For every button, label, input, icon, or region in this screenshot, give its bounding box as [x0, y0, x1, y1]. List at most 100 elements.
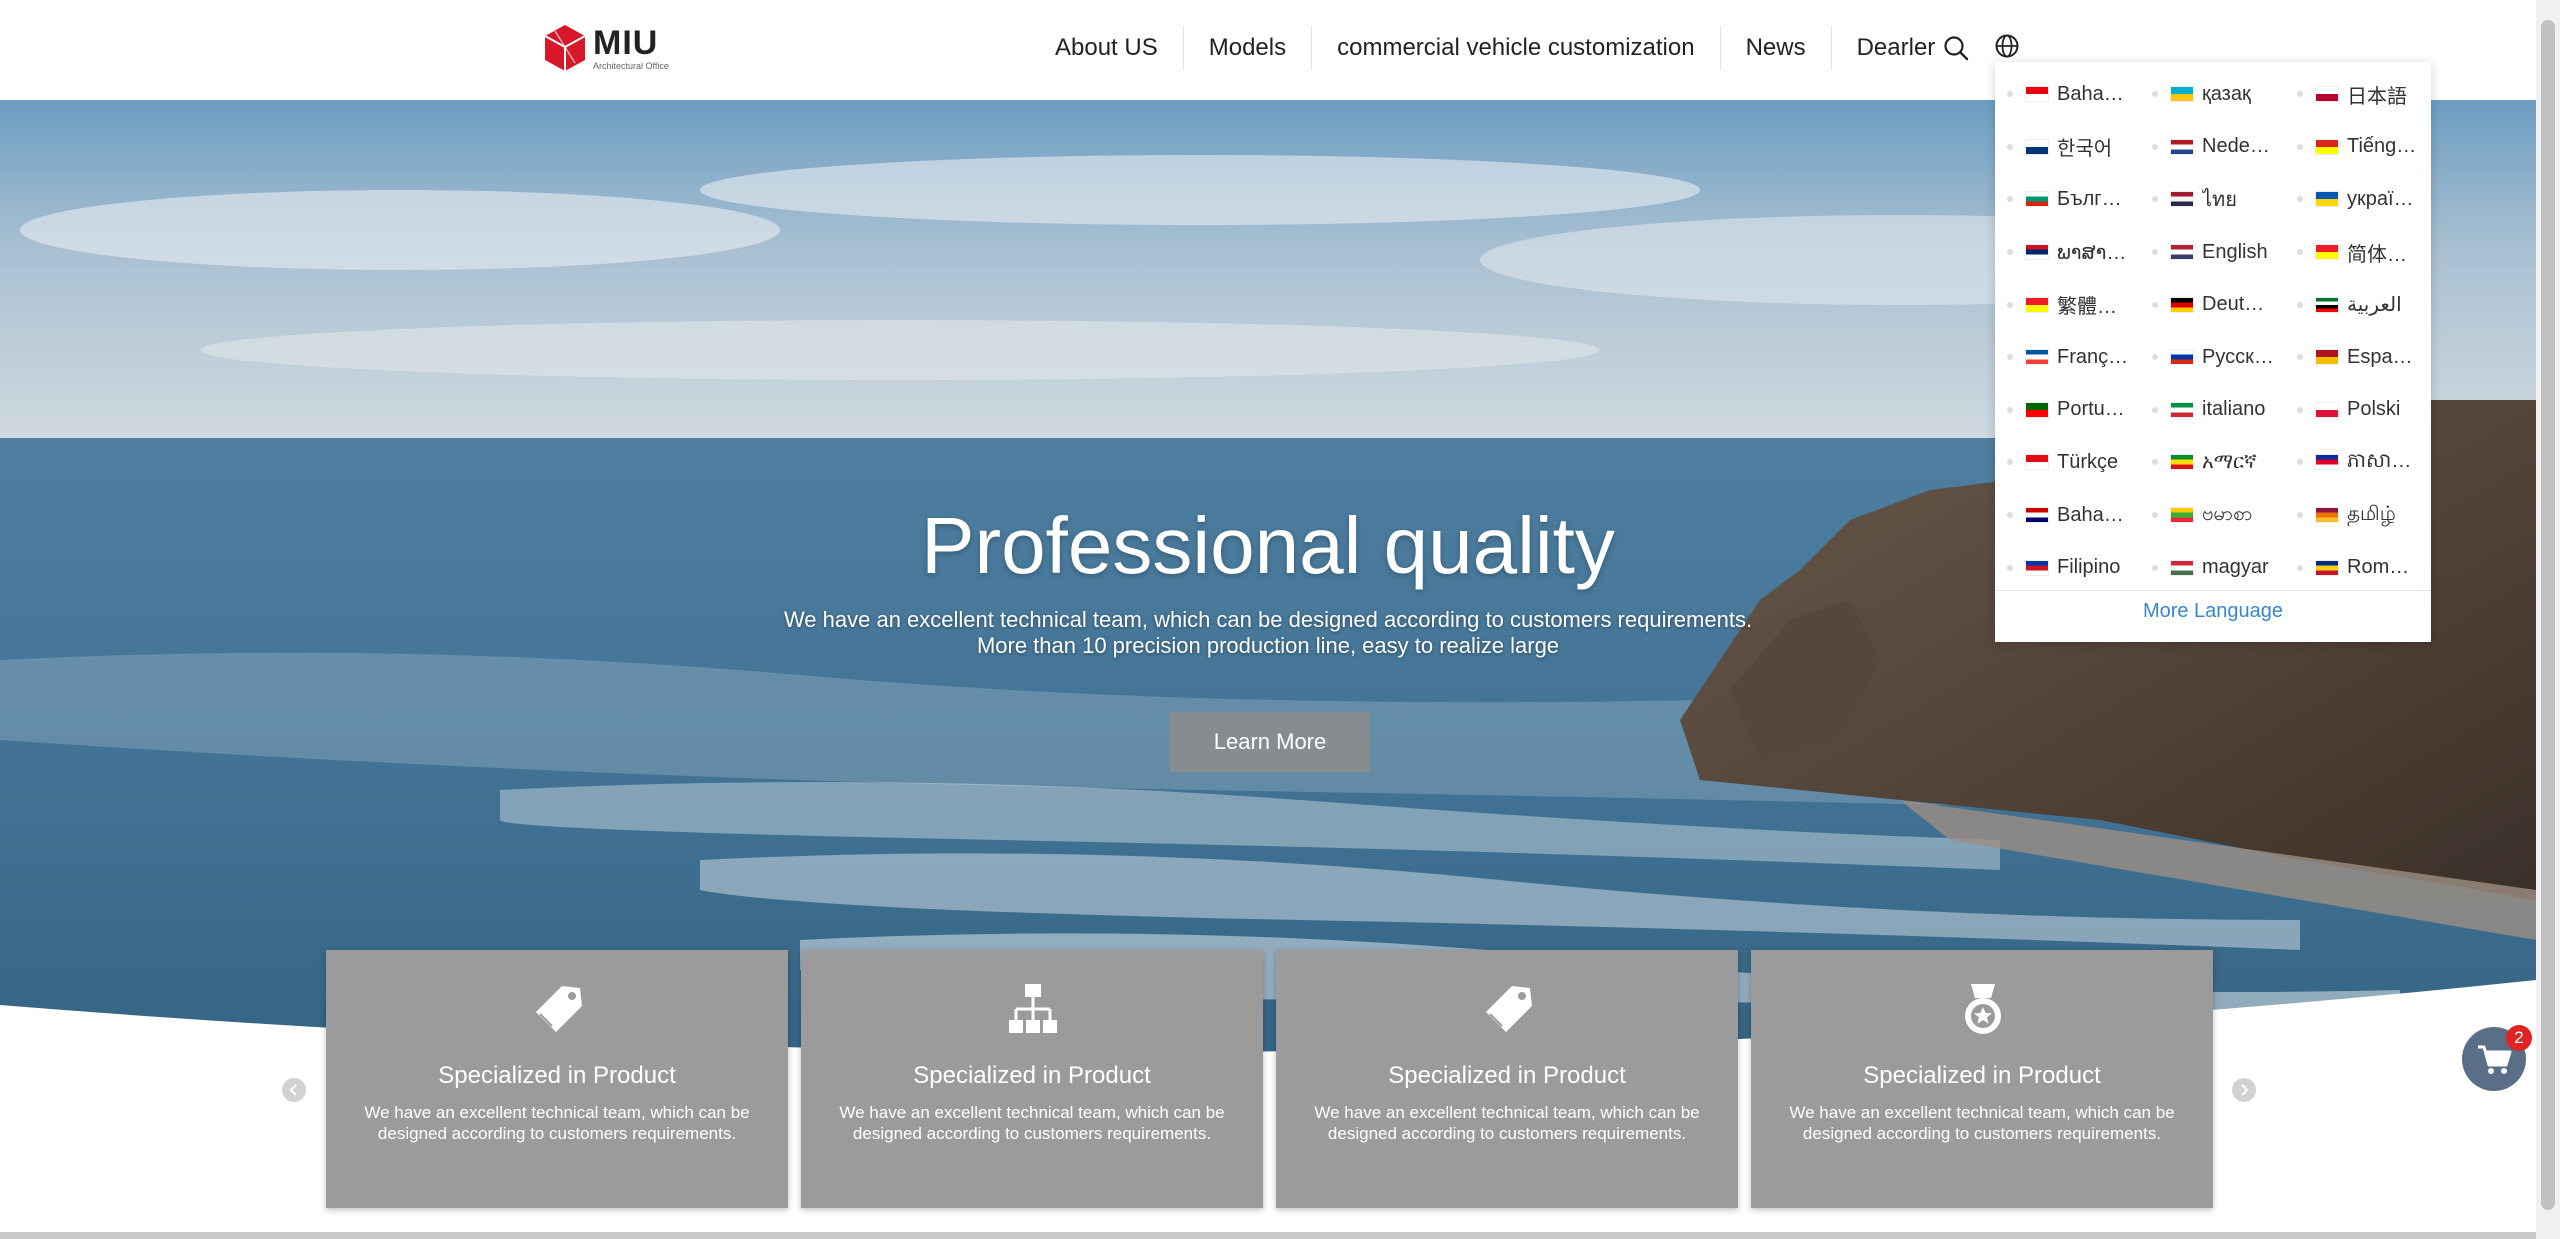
language-name: украї… [2347, 187, 2414, 210]
language-option[interactable]: ພາສາ… [1995, 226, 2140, 279]
nav-dealer[interactable]: Dearler [1832, 26, 1961, 70]
bullet-dot [2297, 354, 2303, 361]
flag-icon [2315, 191, 2339, 208]
language-option[interactable]: italiano [2140, 384, 2285, 437]
flag-icon [2315, 401, 2339, 418]
bullet-dot [2297, 301, 2303, 308]
language-option[interactable]: Filipino [1995, 541, 2140, 594]
horizontal-scrollbar[interactable] [0, 1232, 2536, 1239]
bullet-dot [2297, 249, 2303, 256]
language-name: Бълг… [2057, 187, 2122, 210]
language-option[interactable]: தமிழ் [2285, 489, 2430, 542]
language-option[interactable]: አማርኛ [2140, 436, 2285, 489]
language-option[interactable]: Türkçe [1995, 436, 2140, 489]
nav-news[interactable]: News [1721, 26, 1832, 70]
language-option[interactable]: magyar [2140, 541, 2285, 594]
bullet-dot [2152, 91, 2158, 98]
language-option[interactable]: Baha… [1995, 489, 2140, 542]
language-option[interactable]: العربية [2285, 278, 2430, 331]
flag-icon [2025, 86, 2049, 103]
bullet-dot [2007, 249, 2013, 256]
language-option[interactable]: English [2140, 226, 2285, 279]
language-option[interactable]: қазақ [2140, 68, 2285, 121]
nav-models[interactable]: Models [1184, 26, 1313, 70]
page: MIU Architectural Office About US Models… [0, 0, 2560, 1239]
scrollbar-thumb[interactable] [2541, 20, 2555, 1210]
language-option[interactable]: Polski [2285, 384, 2430, 437]
card-description-line-2: designed according to customers requirem… [1327, 1124, 1687, 1143]
card-title: Specialized in Product [438, 1062, 676, 1089]
language-option[interactable]: украї… [2285, 173, 2430, 226]
feature-card-4[interactable]: Specialized in Product We have an excell… [1751, 950, 2213, 1208]
bullet-dot [2152, 512, 2158, 519]
card-description-line-1: We have an excellent technical team, whi… [1789, 1103, 2175, 1122]
logo[interactable]: MIU Architectural Office [543, 23, 669, 73]
language-option[interactable]: Rom… [2285, 541, 2430, 594]
carousel-prev-arrow[interactable] [282, 1078, 306, 1102]
flag-icon [2025, 559, 2049, 576]
card-title: Specialized in Product [1863, 1062, 2101, 1089]
flag-icon [2315, 454, 2339, 471]
language-option[interactable]: ไทย [2140, 173, 2285, 226]
language-name: Filipino [2057, 556, 2121, 579]
language-name: Baha… [2057, 82, 2124, 105]
logo-cube-icon [544, 25, 586, 71]
language-name: magyar [2202, 556, 2269, 579]
bullet-dot [2297, 512, 2303, 519]
language-name: Espa… [2347, 345, 2413, 368]
card-description-line-2: designed according to customers requirem… [1802, 1124, 2162, 1143]
bullet-dot [2152, 196, 2158, 203]
language-option[interactable]: Русск… [2140, 331, 2285, 384]
bullet-dot [2152, 143, 2158, 150]
language-name: ភាសា… [2347, 450, 2412, 473]
more-language-link[interactable]: More Language [1995, 600, 2431, 623]
bullet-dot [2007, 459, 2013, 466]
carousel-next-arrow[interactable] [2232, 1078, 2256, 1102]
bullet-dot [2007, 354, 2013, 361]
bullet-dot [2007, 301, 2013, 308]
chevron-right-icon [2241, 1084, 2249, 1096]
bullet-dot [2007, 196, 2013, 203]
language-option[interactable]: Baha… [1995, 68, 2140, 121]
language-name: 한국어 [2057, 138, 2113, 161]
search-icon[interactable] [1942, 34, 1970, 62]
learn-more-button[interactable]: Learn More [1170, 712, 1370, 772]
globe-icon[interactable] [1993, 32, 2021, 60]
language-option[interactable]: 한국어 [1995, 121, 2140, 174]
feature-card-3[interactable]: Specialized in Product We have an excell… [1276, 950, 1738, 1208]
language-name: 简体… [2347, 243, 2407, 266]
language-option[interactable]: Deut… [2140, 278, 2285, 331]
nav-commercial-vehicle-customization[interactable]: commercial vehicle customization [1312, 26, 1721, 70]
flag-icon [2025, 244, 2049, 261]
feature-card-2[interactable]: Specialized in Product We have an excell… [801, 950, 1263, 1208]
language-option[interactable]: 简体… [2285, 226, 2430, 279]
language-name: Portu… [2057, 398, 2125, 421]
card-title: Specialized in Product [913, 1062, 1151, 1089]
language-name: Franç… [2057, 345, 2129, 368]
language-option[interactable]: 日本語 [2285, 68, 2430, 121]
language-dropdown: Baha… қазақ 日本語 한국어 Nede… Tiếng… Бълг… ไทย украї… [1995, 62, 2431, 642]
language-option[interactable]: Бълг… [1995, 173, 2140, 226]
language-option[interactable]: 繁體… [1995, 278, 2140, 331]
nav-about-us[interactable]: About US [1030, 26, 1184, 70]
language-name: ဗမာစာ [2202, 503, 2253, 526]
card-description-line-2: designed according to customers requirem… [377, 1124, 737, 1143]
flag-icon [2025, 296, 2049, 313]
language-name: Baha… [2057, 503, 2124, 526]
flag-icon [2025, 191, 2049, 208]
flag-icon [2170, 507, 2194, 524]
language-option[interactable]: ဗမာစာ [2140, 489, 2285, 542]
language-option[interactable]: Franç… [1995, 331, 2140, 384]
language-name: العربية [2347, 294, 2402, 317]
bullet-dot [2152, 249, 2158, 256]
language-option[interactable]: ភាសា… [2285, 436, 2430, 489]
language-option[interactable]: Portu… [1995, 384, 2140, 437]
vertical-scrollbar[interactable] [2536, 0, 2560, 1239]
language-option[interactable]: Tiếng… [2285, 121, 2430, 174]
language-name: English [2202, 240, 2268, 263]
card-description: We have an excellent technical team, whi… [1781, 1102, 2183, 1144]
flag-icon [2025, 349, 2049, 366]
language-option[interactable]: Espa… [2285, 331, 2430, 384]
feature-card-1[interactable]: Specialized in Product We have an excell… [326, 950, 788, 1208]
language-option[interactable]: Nede… [2140, 121, 2285, 174]
